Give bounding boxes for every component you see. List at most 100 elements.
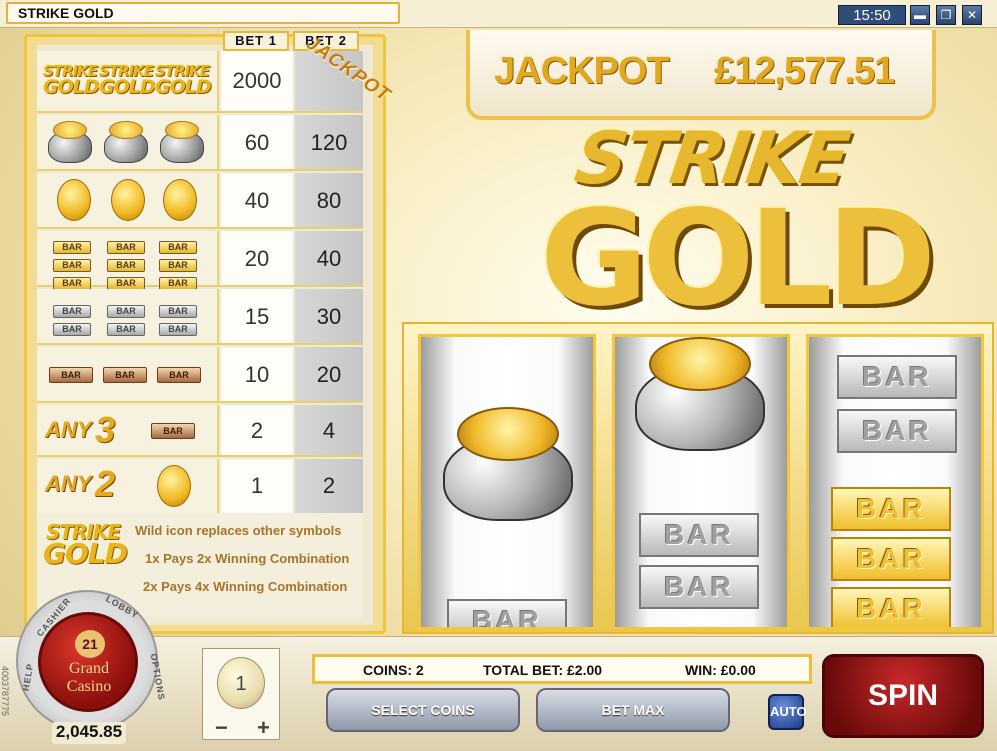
gold-bar-icon: BAR [831, 487, 951, 531]
bronze-bar-icon: BAR [157, 367, 201, 383]
any-count: 2 [95, 463, 116, 504]
coin-value: 1 [217, 657, 265, 709]
bet1-payout: 10 [221, 347, 293, 401]
gold-coin-icon [111, 179, 145, 221]
double-silver-bar-icon: BARBAR [159, 301, 199, 337]
bronze-bar-icon: BAR [49, 367, 93, 383]
bet2-payout: 80 [295, 173, 363, 227]
silver-bar-icon: BAR [837, 409, 957, 453]
bet1-payout: 2000 [221, 51, 293, 111]
paytable-row-pot: 60 120 [37, 115, 363, 171]
triple-gold-bar-icon: BARBARBAR [107, 237, 147, 291]
symbol-cell: BARBAR BARBAR BARBAR [37, 289, 219, 343]
silver-bar-icon: BAR [639, 565, 759, 609]
gold-coin-icon [157, 465, 191, 507]
paytable-row-any-2: ANY 2 1 2 [37, 459, 363, 513]
symbol-cell: ANY 2 [37, 459, 219, 513]
clock: 15:50 [838, 5, 906, 25]
window-title: STRIKE GOLD [6, 2, 400, 24]
bet1-payout: 60 [221, 115, 293, 169]
logo-gold: GOLD [540, 182, 936, 336]
bet1-payout: 40 [221, 173, 293, 227]
side-id: 4003787775 [0, 666, 10, 717]
restore-button[interactable]: ❐ [936, 5, 956, 25]
any-label: ANY [45, 471, 92, 496]
title-bar: STRIKE GOLD 15:50 ▬ ❐ ✕ [0, 0, 997, 28]
pot-of-gold-icon [443, 407, 573, 527]
paytable-row-double-bar: BARBAR BARBAR BARBAR 15 30 [37, 289, 363, 345]
bet1-payout: 20 [221, 231, 293, 285]
casino-emblem: 21 [75, 630, 105, 658]
casino-name: Grand Casino [66, 660, 112, 695]
triple-gold-bar-icon: BARBARBAR [53, 237, 93, 291]
strike-gold-logo-icon: STRIKE GOLD [43, 62, 100, 98]
jackpot-value: £12,577.51 [714, 50, 895, 92]
silver-bar-icon: BAR [837, 355, 957, 399]
wild-line-2: 1x Pays 2x Winning Combination [145, 551, 350, 566]
coin-plus-button[interactable]: + [257, 715, 270, 741]
silver-bar-icon: BAR [447, 599, 567, 627]
win-readout: WIN: £0.00 [685, 662, 756, 678]
auto-button[interactable]: AUTO [768, 694, 807, 730]
strike-gold-logo-icon: STRIKE GOLD [155, 62, 212, 98]
bet1-payout: 2 [221, 405, 293, 455]
wild-line-3: 2x Pays 4x Winning Combination [143, 579, 348, 594]
symbol-cell: STRIKE GOLD STRIKE GOLD STRIKE GOLD [37, 51, 219, 111]
minimize-button[interactable]: ▬ [910, 5, 930, 25]
bet1-payout: 15 [221, 289, 293, 343]
bet2-payout: 20 [295, 347, 363, 401]
pot-of-gold-icon [635, 337, 765, 457]
pot-of-gold-icon [103, 121, 149, 165]
coin-selector: 1 − + [202, 648, 280, 740]
symbol-cell: ANY 3 BAR [37, 405, 219, 455]
silver-bar-icon: BAR [639, 513, 759, 557]
bet2-payout: 30 [295, 289, 363, 343]
spin-button[interactable]: SPIN [822, 654, 984, 738]
jackpot-banner: JACKPOT £12,577.51 [466, 30, 936, 120]
double-silver-bar-icon: BARBAR [53, 301, 93, 337]
bronze-bar-icon: BAR [151, 423, 195, 439]
symbol-cell [37, 115, 219, 169]
coins-readout: COINS: 2 [363, 662, 424, 678]
symbol-cell: BAR BAR BAR [37, 347, 219, 401]
gold-coin-icon [57, 179, 91, 221]
double-silver-bar-icon: BARBAR [107, 301, 147, 337]
balance: 2,045.85 [52, 722, 126, 744]
reel-1: BAR [418, 334, 596, 630]
status-bar: COINS: 2 TOTAL BET: £2.00 WIN: £0.00 [312, 654, 812, 684]
symbol-cell [37, 173, 219, 227]
reel-2: BAR BAR [612, 334, 790, 630]
coin-minus-button[interactable]: − [215, 715, 228, 741]
strike-gold-logo-icon: STRIKE GOLD [99, 62, 156, 98]
bet2-payout: 40 [295, 231, 363, 285]
any-count: 3 [95, 409, 116, 450]
any-label: ANY [45, 417, 92, 442]
paytable-row-any-3: ANY 3 BAR 2 4 [37, 405, 363, 457]
strike-gold-wild-icon: STRIKE GOLD [43, 520, 128, 570]
paytable: BET 1 BET 2 STRIKE GOLD STRIKE GOLD STRIKE… [24, 31, 394, 634]
gold-bar-icon: BAR [831, 587, 951, 627]
bet2-payout: 4 [295, 405, 363, 455]
pot-of-gold-icon [47, 121, 93, 165]
jackpot-label: JACKPOT [494, 50, 670, 92]
paytable-row-single-bar: BAR BAR BAR 10 20 [37, 347, 363, 403]
paytable-row-coin: 40 80 [37, 173, 363, 229]
wild-line-1: Wild icon replaces other symbols [135, 523, 342, 538]
triple-gold-bar-icon: BARBARBAR [159, 237, 199, 291]
bet-max-button[interactable]: BET MAX [536, 688, 730, 732]
game-window: STRIKE GOLD 15:50 ▬ ❐ ✕ BET 1 BET 2 STRI… [0, 0, 997, 751]
bet1-payout: 1 [221, 459, 293, 513]
bet2-payout: 2 [295, 459, 363, 513]
reel-3: BAR BAR BAR BAR BAR [806, 334, 984, 630]
pot-of-gold-icon [159, 121, 205, 165]
close-button[interactable]: ✕ [962, 5, 982, 25]
total-bet-readout: TOTAL BET: £2.00 [483, 662, 603, 678]
bronze-bar-icon: BAR [103, 367, 147, 383]
gold-bar-icon: BAR [831, 537, 951, 581]
bet1-header: BET 1 [223, 31, 289, 51]
select-coins-button[interactable]: SELECT COINS [326, 688, 520, 732]
paytable-row-triple-bar: BARBARBAR BARBARBAR BARBARBAR 20 40 [37, 231, 363, 290]
symbol-cell: BARBARBAR BARBARBAR BARBARBAR [37, 231, 219, 290]
gold-coin-icon [163, 179, 197, 221]
bet2-payout: 120 [295, 115, 363, 169]
